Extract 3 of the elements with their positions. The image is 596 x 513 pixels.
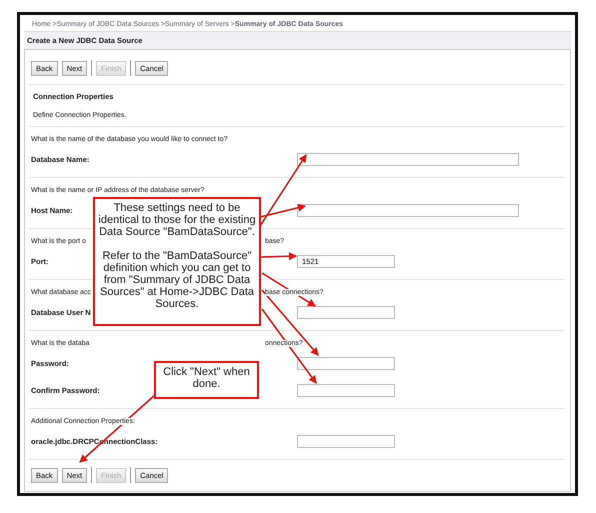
callout-text: Refer to the "BamDataSource" definition which you can get to from "Summary of JDBC Data Sources" at Home->JDBC Data Sources. xyxy=(99,250,255,310)
callout-text: Click "Next" when done. xyxy=(162,366,251,390)
callout-text: These settings need to be identical to those for the existing Data Source "BamDataSource". xyxy=(98,202,256,238)
